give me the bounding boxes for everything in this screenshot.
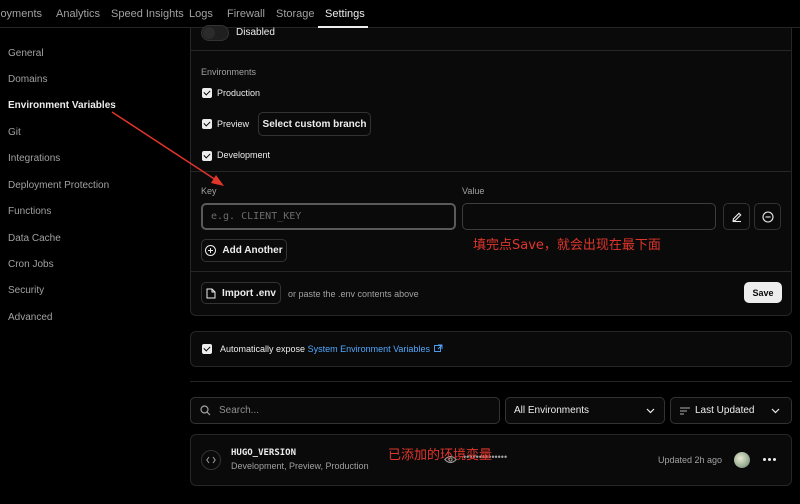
divider [191, 171, 791, 172]
sidebar-item-security[interactable]: Security [8, 285, 44, 296]
tab-speed-insights[interactable]: Speed Insights [111, 8, 184, 20]
value-input[interactable] [462, 203, 716, 230]
env-var-updated: Updated 2h ago [658, 455, 723, 465]
chevron-down-icon [646, 408, 655, 414]
env-var-name: HUGO_VERSION [231, 448, 297, 458]
minus-circle-icon [761, 210, 774, 223]
sensitive-toggle[interactable] [201, 25, 229, 41]
system-env-vars-link[interactable]: System Environment Variables [308, 344, 430, 354]
edit-button[interactable] [723, 203, 750, 230]
environments-label: Environments [201, 67, 257, 77]
dot [773, 458, 776, 461]
select-custom-branch-button[interactable]: Select custom branch [258, 112, 371, 136]
preview-checkbox[interactable] [202, 119, 212, 129]
tab-logs[interactable]: Logs [189, 8, 213, 20]
environment-filter-select[interactable]: All Environments [505, 397, 665, 424]
key-label: Key [201, 186, 217, 196]
avatar [734, 452, 750, 468]
sidebar-item-functions[interactable]: Functions [8, 206, 51, 217]
tab-storage[interactable]: Storage [276, 8, 315, 20]
sidebar-item-environment-variables[interactable]: Environment Variables [8, 100, 116, 111]
preview-label: Preview [217, 119, 250, 129]
add-another-label: Add Another [222, 245, 283, 256]
production-checkbox[interactable] [202, 88, 212, 98]
tab-firewall[interactable]: Firewall [227, 8, 265, 20]
env-var-environments: Development, Preview, Production [231, 461, 369, 471]
sidebar-item-data-cache[interactable]: Data Cache [8, 233, 61, 244]
project-tab-bar: loyments Analytics Speed Insights Logs F… [0, 0, 800, 28]
chevron-down-icon [771, 408, 780, 414]
sidebar-item-cron-jobs[interactable]: Cron Jobs [8, 259, 54, 270]
expose-text: Automatically expose System Environment … [220, 344, 443, 354]
more-options-button[interactable] [763, 458, 776, 461]
development-checkbox[interactable] [202, 151, 212, 161]
divider [190, 381, 792, 382]
sidebar-item-domains[interactable]: Domains [8, 74, 47, 85]
divider [191, 50, 791, 51]
external-link-icon[interactable] [434, 344, 443, 353]
file-icon [206, 288, 216, 298]
save-button[interactable]: Save [744, 282, 782, 303]
sort-select[interactable]: Last Updated [670, 397, 792, 424]
dot [763, 458, 766, 461]
import-env-button[interactable]: Import .env [201, 282, 281, 304]
expose-checkbox[interactable] [202, 344, 212, 354]
sort-value: Last Updated [695, 405, 755, 416]
tab-analytics[interactable]: Analytics [56, 8, 100, 20]
value-label: Value [462, 186, 485, 196]
tab-deployments[interactable]: loyments [0, 8, 42, 20]
sidebar-item-advanced[interactable]: Advanced [8, 312, 52, 323]
toggle-label: Disabled [236, 27, 275, 38]
add-env-var-card [190, 28, 792, 316]
save-annotation: 填完点Save，就会出现在最下面 [473, 238, 661, 253]
search-input[interactable] [219, 402, 489, 419]
add-another-button[interactable]: Add Another [201, 239, 287, 262]
sidebar-item-deployment-protection[interactable]: Deployment Protection [8, 180, 109, 191]
sidebar-item-integrations[interactable]: Integrations [8, 153, 60, 164]
pencil-icon [731, 212, 741, 222]
paste-hint: or paste the .env contents above [288, 289, 419, 299]
key-input[interactable] [201, 203, 456, 230]
divider [191, 271, 791, 272]
code-icon [201, 450, 221, 470]
import-env-label: Import .env [222, 287, 276, 299]
sort-lines-icon [680, 407, 690, 415]
code-brackets-icon [206, 456, 216, 464]
dot [768, 458, 771, 461]
development-label: Development [217, 150, 271, 160]
tab-settings[interactable]: Settings [325, 8, 365, 20]
remove-row-button[interactable] [754, 203, 781, 230]
production-label: Production [217, 88, 261, 98]
search-icon [200, 405, 211, 416]
sidebar-item-general[interactable]: General [8, 48, 44, 59]
added-annotation: 已添加的环境变量 [388, 448, 493, 463]
sidebar-item-git[interactable]: Git [8, 127, 21, 138]
environment-filter-value: All Environments [514, 405, 590, 416]
expose-prefix: Automatically expose [220, 344, 306, 354]
plus-circle-icon [205, 245, 217, 256]
